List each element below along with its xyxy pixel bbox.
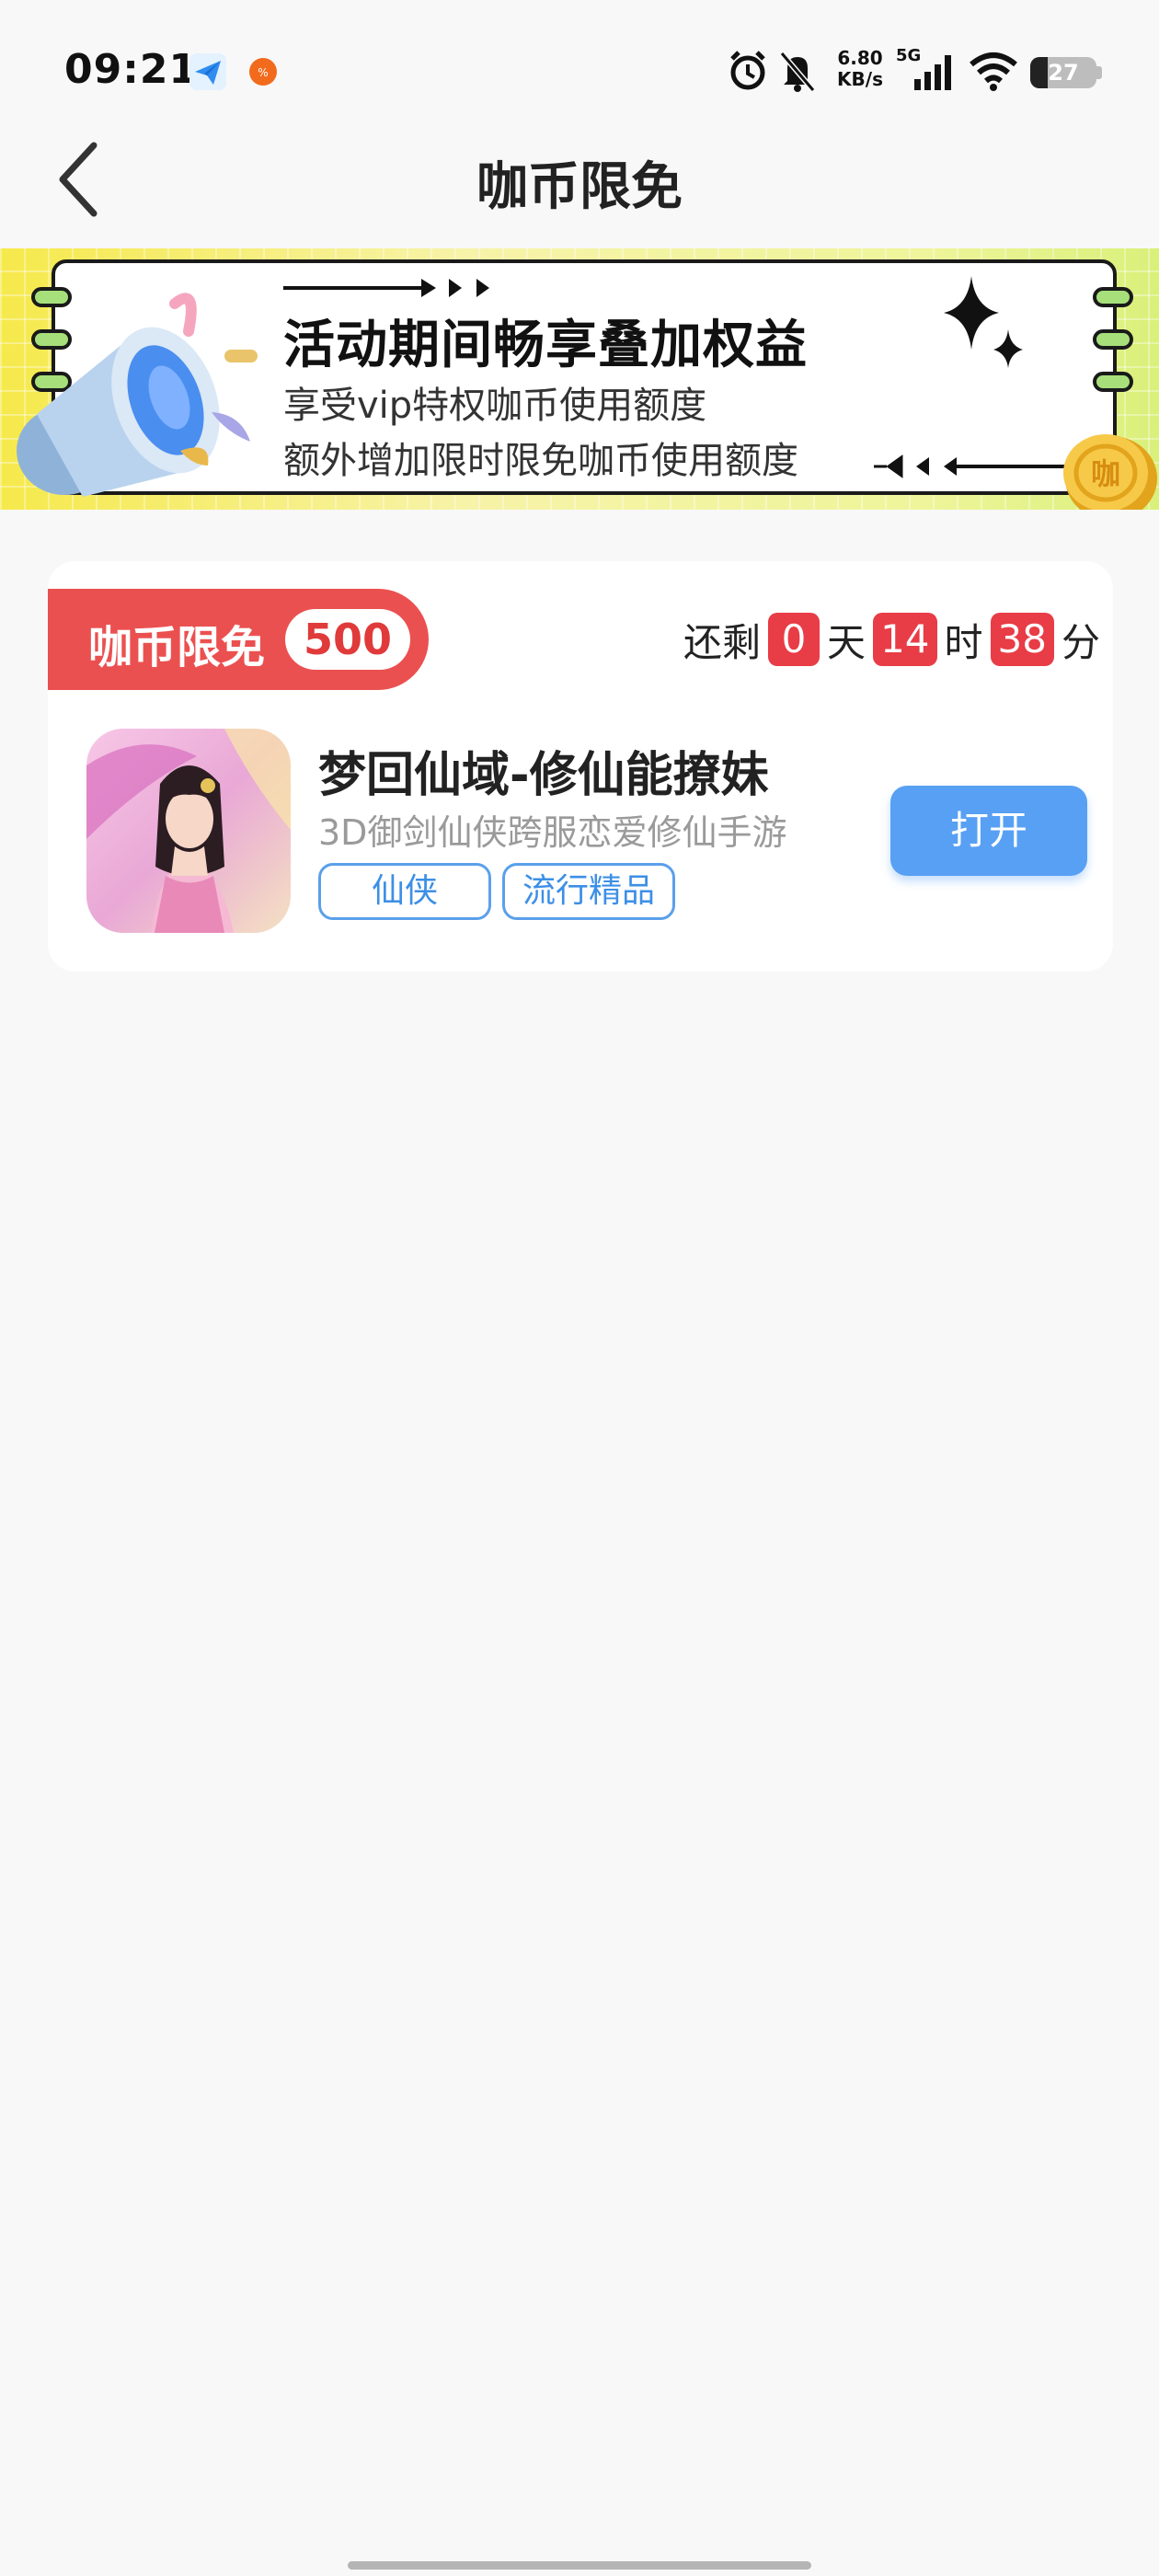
game-description: 3D御剑仙侠跨服恋爱修仙手游 (318, 812, 787, 853)
home-indicator[interactable] (348, 2561, 811, 2570)
megaphone-icon (17, 293, 258, 497)
countdown-minutes: 38 (990, 613, 1054, 666)
status-bar: 09:21 % 6.80 KB/s 5G 27 (0, 0, 1159, 138)
promo-amount: 500 (285, 609, 410, 670)
game-tag: 仙侠 (318, 863, 491, 920)
banner-subtext-1: 享受vip特权咖币使用额度 (283, 385, 707, 427)
promo-label: 咖币限免 (88, 622, 266, 673)
countdown-prefix: 还剩 (683, 619, 762, 665)
cellular-signal-icon (914, 55, 951, 90)
game-tag: 流行精品 (502, 863, 675, 920)
network-speed: 6.80 KB/s (832, 48, 888, 90)
promo-banner[interactable]: 活动期间畅享叠加权益 享受vip特权咖币使用额度 额外增加限时限免咖币使用额度 … (0, 248, 1159, 510)
network-speed-value: 6.80 (837, 47, 883, 69)
network-speed-unit: KB/s (837, 68, 883, 90)
alarm-icon (730, 51, 765, 90)
binder-ring (1093, 287, 1133, 307)
game-icon[interactable] (86, 729, 291, 933)
coin-icon: 咖 (1063, 434, 1157, 510)
promo-tag: 咖币限免 500 (48, 589, 429, 690)
countdown-days-unit: 天 (827, 619, 866, 665)
notification-app-icon: % (249, 58, 277, 86)
sparkle-icon (944, 276, 1023, 368)
banner-headline: 活动期间畅享叠加权益 (283, 316, 808, 375)
send-app-icon (189, 53, 226, 90)
wifi-icon (970, 52, 1017, 91)
countdown: 还剩 0 天 14 时 38 分 (683, 611, 1100, 668)
decorative-arrow-icon (283, 279, 489, 297)
decorative-arrow-icon (874, 454, 1076, 478)
banner-subtext-2: 额外增加限时限免咖币使用额度 (283, 440, 798, 482)
battery-tip (1096, 66, 1102, 79)
binder-ring (1093, 329, 1133, 350)
page-title: 咖币限免 (476, 157, 683, 217)
binder-ring (1093, 372, 1133, 392)
countdown-minutes-unit: 分 (1061, 619, 1100, 665)
countdown-hours: 14 (873, 613, 937, 666)
coin-mark: 咖 (1091, 456, 1120, 491)
game-title[interactable]: 梦回仙域-修仙能撩妹 (318, 736, 769, 805)
mute-icon (779, 52, 816, 92)
battery-percentage: 27 (1048, 60, 1079, 86)
status-time: 09:21 (64, 46, 199, 93)
svg-text:%: % (258, 66, 268, 79)
countdown-hours-unit: 时 (944, 619, 983, 665)
countdown-days: 0 (768, 613, 820, 666)
open-button[interactable]: 打开 (890, 786, 1087, 876)
battery-icon: 27 (1030, 57, 1096, 88)
